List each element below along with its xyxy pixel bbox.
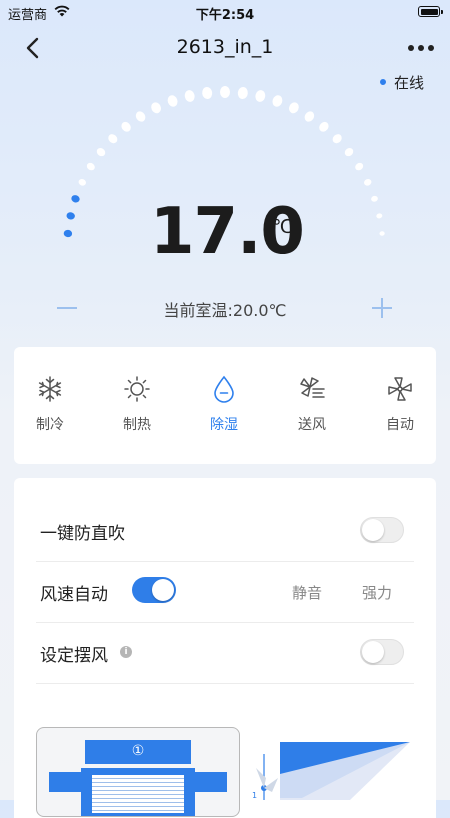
- temperature-dial[interactable]: [0, 0, 450, 340]
- mode-cool[interactable]: 制冷: [20, 375, 80, 445]
- fan-auto-icon: [388, 377, 412, 401]
- dial-dot: [220, 86, 230, 98]
- mode-label: 送风: [298, 417, 326, 433]
- dial-dot: [237, 87, 248, 99]
- vane-marker: ①: [131, 743, 145, 759]
- fan-speed-silent-option[interactable]: 静音: [292, 582, 322, 603]
- dial-dot: [255, 90, 266, 102]
- mode-label: 制冷: [36, 417, 64, 433]
- dial-dot: [121, 121, 131, 132]
- swing-toggle[interactable]: [360, 639, 404, 665]
- mode-label: 制热: [123, 417, 151, 433]
- dial-dot: [135, 111, 146, 122]
- dial-dot: [344, 148, 354, 157]
- fan-wind-icon: [300, 377, 325, 398]
- mode-label: 除湿: [210, 417, 238, 433]
- vane-panel-right: [193, 772, 227, 792]
- vane-panel-left: [49, 772, 83, 792]
- dial-dot: [108, 134, 118, 144]
- dial-dot: [63, 229, 73, 238]
- dial-dot: [319, 121, 329, 132]
- sun-icon: [124, 376, 150, 402]
- mode-auto[interactable]: 自动: [370, 375, 430, 445]
- dial-dot: [376, 213, 383, 219]
- decrease-temp-button[interactable]: [53, 294, 81, 322]
- dial-dot: [371, 195, 378, 202]
- swing-label: 设定摆风: [40, 646, 108, 666]
- water-drop-icon: [214, 375, 234, 403]
- swing-marker: 1: [252, 791, 257, 800]
- dial-dot: [78, 178, 86, 186]
- dial-dot: [355, 162, 364, 171]
- temperature-unit: ℃: [272, 216, 294, 238]
- mode-label: 自动: [386, 417, 414, 433]
- swing-illustration: 1: [252, 742, 410, 800]
- fan-speed-label: 风速自动: [40, 585, 108, 605]
- info-icon[interactable]: i: [120, 646, 132, 658]
- dial-dot: [151, 102, 161, 114]
- dial-dot: [364, 178, 372, 186]
- dial-dot: [202, 87, 213, 99]
- dial-dot: [71, 195, 80, 203]
- dial-dot: [379, 231, 385, 236]
- dial-dot: [272, 95, 283, 107]
- dial-dot: [289, 102, 299, 114]
- swing-row: 设定摆风 i: [36, 622, 414, 684]
- mode-dehumidify[interactable]: 除湿: [194, 375, 254, 445]
- fan-speed-auto-toggle[interactable]: [132, 577, 176, 603]
- anti-direct-blow-label: 一键防直吹: [40, 524, 125, 544]
- mode-card: 制冷 制热 除湿 送风 自动: [14, 347, 436, 464]
- snowflake-icon: [38, 376, 62, 402]
- ac-unit-diagram: ①: [36, 727, 240, 817]
- dial-dot: [66, 212, 75, 220]
- unit-grille: [91, 774, 185, 814]
- dial-dot: [332, 134, 342, 144]
- anti-direct-blow-toggle[interactable]: [360, 517, 404, 543]
- dial-dot: [96, 148, 106, 157]
- mode-fan[interactable]: 送风: [282, 375, 342, 445]
- dial-dot: [184, 90, 195, 102]
- dial-dot: [167, 95, 178, 107]
- anti-direct-blow-row: 一键防直吹: [36, 500, 414, 562]
- increase-temp-button[interactable]: [368, 294, 396, 322]
- fan-speed-row: 风速自动 静音 强力: [36, 561, 414, 623]
- mode-heat[interactable]: 制热: [107, 375, 167, 445]
- dial-dot: [304, 111, 315, 122]
- fan-speed-strong-option[interactable]: 强力: [362, 582, 392, 603]
- dial-dot: [86, 162, 95, 171]
